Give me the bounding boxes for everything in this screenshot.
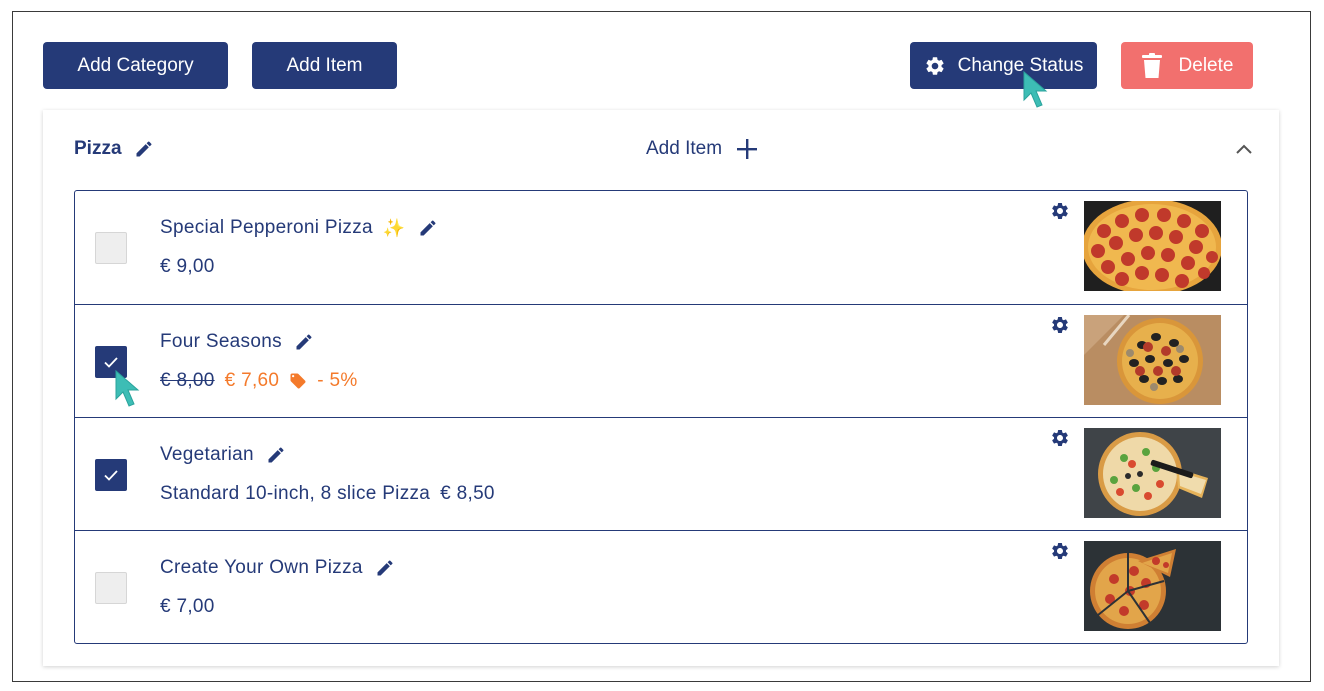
- edit-pencil-icon[interactable]: [418, 218, 438, 238]
- item-discount: - 5%: [317, 370, 358, 391]
- item-price: € 7,00: [160, 596, 215, 617]
- item-name: Create Your Own Pizza: [160, 557, 363, 578]
- change-status-label: Change Status: [957, 54, 1084, 76]
- item-price: € 9,00: [160, 256, 215, 277]
- add-item-button[interactable]: Add Item: [252, 42, 397, 89]
- pizza-thumbnail: [1084, 428, 1221, 518]
- add-category-label: Add Category: [77, 54, 194, 76]
- delete-button[interactable]: Delete: [1121, 42, 1253, 89]
- item-checkbox[interactable]: [95, 232, 127, 264]
- list-item: Special Pepperoni Pizza ✨ € 9,00: [75, 191, 1247, 304]
- list-item: Four Seasons € 8,00 € 7,60 - 5%: [75, 304, 1247, 417]
- gear-icon[interactable]: [1050, 428, 1070, 448]
- item-name: Special Pepperoni Pizza: [160, 217, 373, 238]
- gear-icon[interactable]: [1050, 315, 1070, 335]
- trash-icon: [1141, 52, 1162, 78]
- plus-icon: [737, 139, 758, 159]
- add-item-label: Add Item: [286, 54, 363, 76]
- list-item: Create Your Own Pizza € 7,00: [75, 530, 1247, 643]
- category-header: Pizza: [74, 138, 154, 160]
- chevron-up-icon[interactable]: [1233, 139, 1255, 161]
- gear-icon[interactable]: [1050, 201, 1070, 221]
- change-status-button[interactable]: Change Status: [910, 42, 1097, 89]
- gear-icon: [926, 56, 944, 75]
- edit-pencil-icon[interactable]: [134, 139, 154, 159]
- item-discounted-price: € 7,60: [224, 370, 280, 391]
- pizza-thumbnail: [1084, 315, 1221, 405]
- category-title: Pizza: [74, 138, 122, 159]
- category-add-item-label: Add Item: [646, 138, 723, 159]
- pizza-thumbnail: [1084, 201, 1221, 291]
- edit-pencil-icon[interactable]: [375, 558, 395, 578]
- item-name: Four Seasons: [160, 331, 282, 352]
- edit-pencil-icon[interactable]: [266, 445, 286, 465]
- gear-icon[interactable]: [1050, 541, 1070, 561]
- item-description: Standard 10-inch, 8 slice Pizza: [160, 483, 431, 504]
- category-add-item-button[interactable]: Add Item: [646, 138, 758, 160]
- pizza-thumbnail: [1084, 541, 1221, 631]
- item-list: Special Pepperoni Pizza ✨ € 9,00 Four Se…: [74, 190, 1248, 644]
- item-old-price: € 8,00: [160, 370, 215, 391]
- item-checkbox[interactable]: [95, 346, 127, 378]
- checkmark-icon: [104, 470, 118, 481]
- item-price: € 8,50: [440, 483, 495, 504]
- item-name: Vegetarian: [160, 444, 254, 465]
- checkmark-icon: [104, 357, 118, 368]
- delete-label: Delete: [1178, 54, 1234, 76]
- item-checkbox[interactable]: [95, 572, 127, 604]
- item-checkbox[interactable]: [95, 459, 127, 491]
- sparkles-icon: ✨: [382, 217, 406, 239]
- tag-icon: [290, 373, 306, 389]
- edit-pencil-icon[interactable]: [294, 332, 314, 352]
- add-category-button[interactable]: Add Category: [43, 42, 228, 89]
- list-item: Vegetarian Standard 10-inch, 8 slice Piz…: [75, 417, 1247, 530]
